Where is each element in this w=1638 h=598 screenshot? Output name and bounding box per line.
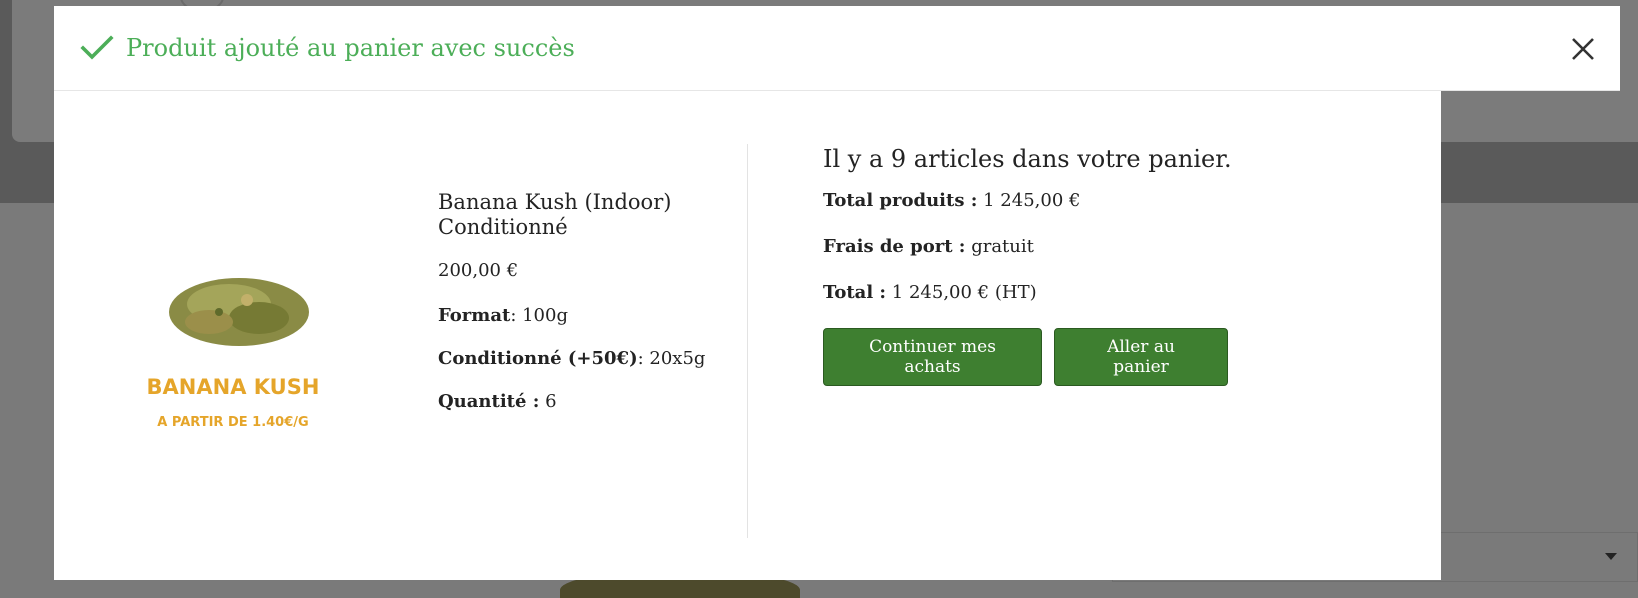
product-image-title: BANANA KUSH	[147, 375, 320, 399]
product-image: BANANA KUSH A PARTIR DE 1.40€/G	[147, 278, 320, 430]
product-name: Banana Kush (Indoor) Conditionné	[438, 190, 672, 239]
product-price: 200,00 €	[438, 260, 519, 281]
cart-modal: Produit ajouté au panier avec succès BAN…	[54, 6, 1620, 580]
product-info: Banana Kush (Indoor) Conditionné 200,00 …	[438, 190, 758, 434]
cart-actions: Continuer mes achats Aller au panier	[823, 328, 1383, 386]
modal-title: Produit ajouté au panier avec succès	[126, 34, 575, 62]
product-attribute-packaging: Conditionné (+50€): 20x5g	[438, 348, 758, 369]
attribute-value: 6	[545, 391, 557, 412]
attribute-label: Quantité :	[438, 391, 540, 412]
cart-line-value: 1 245,00 €	[983, 190, 1081, 211]
attribute-separator: :	[637, 348, 650, 369]
cart-total-products: Total produits : 1 245,00 €	[823, 190, 1383, 212]
divider	[747, 144, 748, 538]
product-image-subtitle: A PARTIR DE 1.40€/G	[157, 415, 308, 430]
continue-shopping-button[interactable]: Continuer mes achats	[823, 328, 1042, 386]
product-attribute-format: Format: 100g	[438, 305, 758, 326]
cart-line-label: Total :	[823, 282, 887, 303]
cart-shipping: Frais de port : gratuit	[823, 236, 1383, 258]
cart-line-value: 1 245,00 € (HT)	[891, 282, 1037, 303]
close-icon[interactable]	[1568, 34, 1598, 64]
cart-count: Il y a 9 articles dans votre panier.	[823, 145, 1232, 173]
cart-line-label: Total produits :	[823, 190, 978, 211]
attribute-value: 20x5g	[649, 348, 706, 369]
cart-line-label: Frais de port :	[823, 236, 966, 257]
caret-down-icon	[1605, 553, 1617, 560]
cart-summary: Il y a 9 articles dans votre panier. Tot…	[823, 144, 1383, 386]
attribute-label: Format	[438, 305, 511, 326]
go-to-cart-button[interactable]: Aller au panier	[1054, 328, 1228, 386]
cart-total: Total : 1 245,00 € (HT)	[823, 282, 1383, 304]
modal-body: BANANA KUSH A PARTIR DE 1.40€/G Banana K…	[54, 92, 1441, 580]
check-icon	[80, 31, 114, 65]
attribute-separator: :	[510, 305, 523, 326]
product-attribute-quantity: Quantité : 6	[438, 391, 758, 412]
cart-line-value: gratuit	[971, 236, 1034, 257]
attribute-value: 100g	[522, 305, 568, 326]
attribute-label: Conditionné (+50€)	[438, 348, 638, 369]
modal-header: Produit ajouté au panier avec succès	[54, 6, 1620, 91]
